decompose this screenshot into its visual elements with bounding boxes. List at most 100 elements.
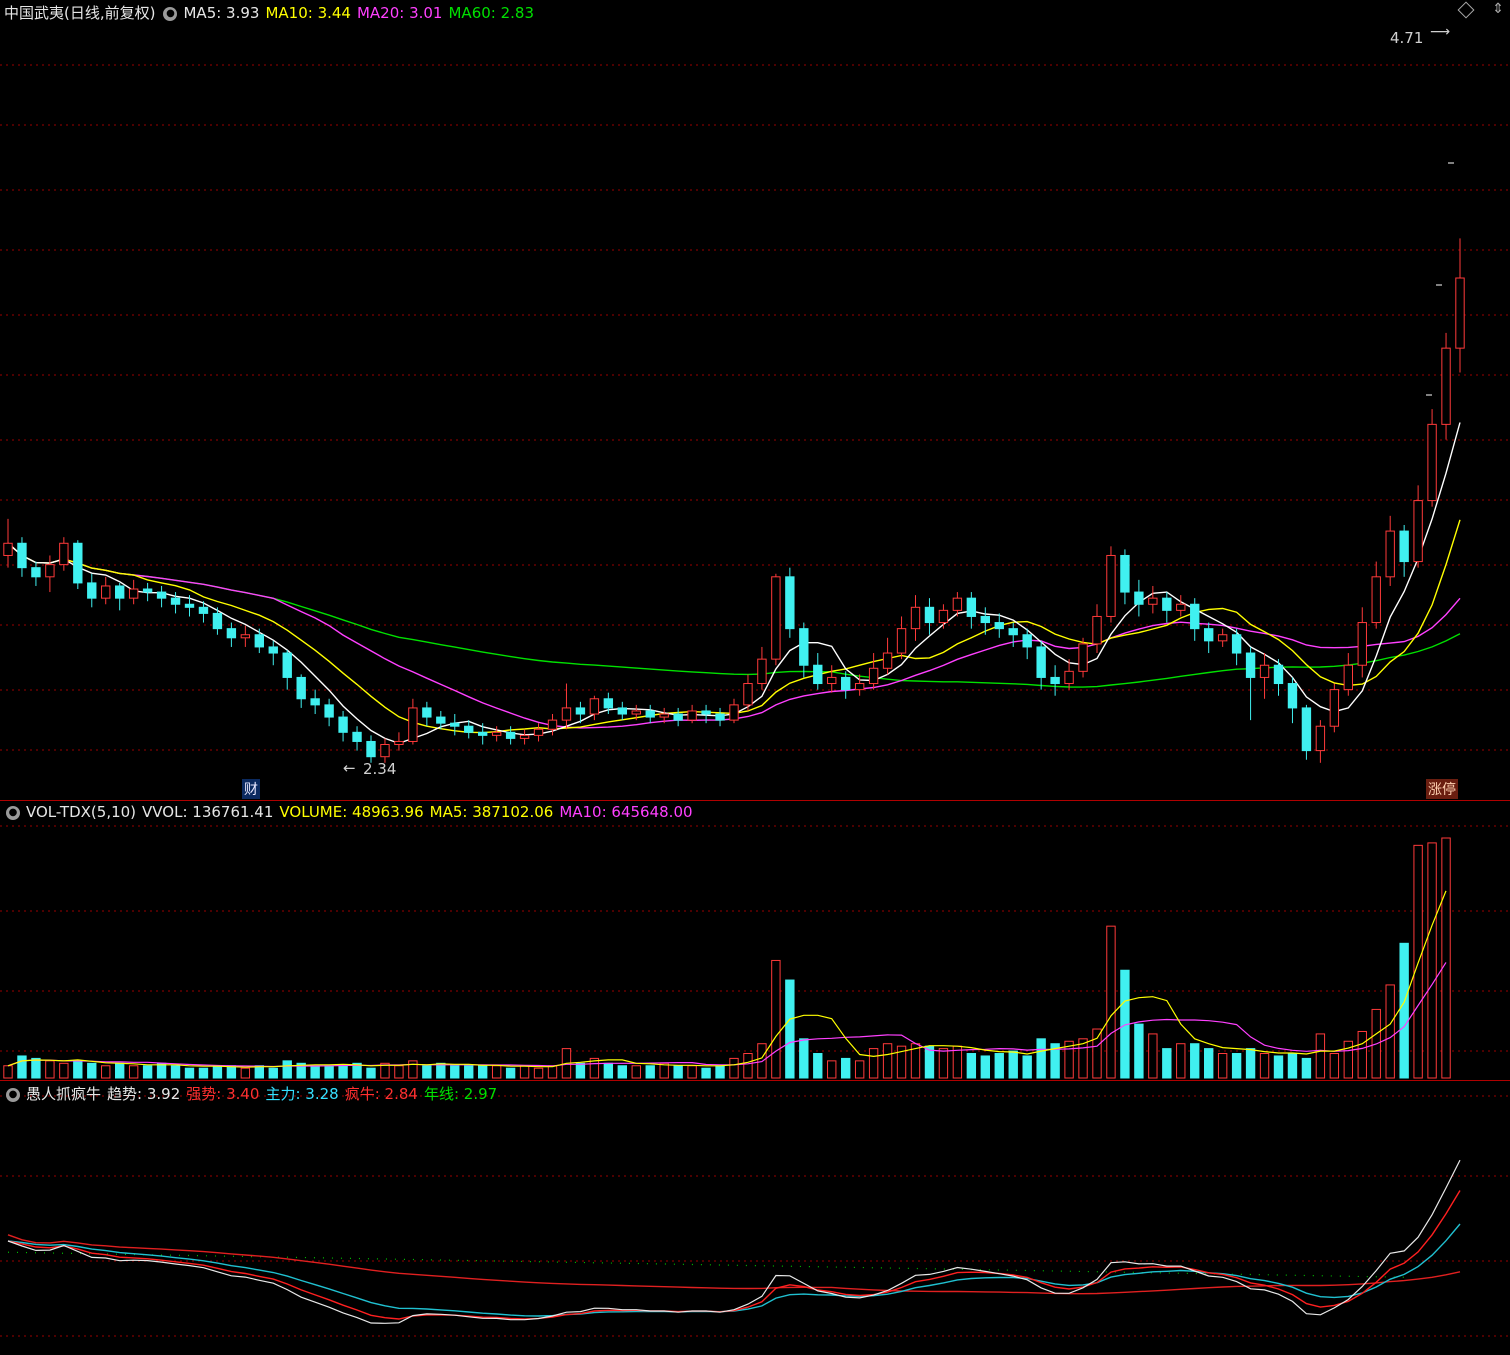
indicator-chart-panel[interactable]: ● 愚人抓疯牛 趋势: 3.92 强势: 3.40 主力: 3.28 疯牛: 2.84 年线… bbox=[0, 1080, 1510, 1355]
candle-body bbox=[380, 744, 390, 758]
candle-body bbox=[868, 667, 879, 685]
candle-body bbox=[771, 576, 781, 660]
volume-bar bbox=[254, 1065, 264, 1079]
candle-body bbox=[659, 713, 669, 718]
candle-body bbox=[115, 585, 125, 599]
candle-body bbox=[1134, 591, 1144, 605]
trend-line bbox=[7, 1159, 1461, 1324]
volume-bar bbox=[1427, 842, 1437, 1079]
main-force-label: 主力: 3.28 bbox=[265, 1085, 339, 1103]
settings-circle-icon[interactable]: ● bbox=[6, 1087, 20, 1102]
volume-bar bbox=[854, 1060, 865, 1079]
volume-bar bbox=[87, 1062, 97, 1079]
volume-bar bbox=[198, 1067, 209, 1079]
candle-body bbox=[1022, 634, 1032, 648]
volume-bar bbox=[1204, 1048, 1214, 1079]
candle-body bbox=[352, 731, 362, 742]
candle-body bbox=[296, 676, 306, 700]
volume-bar bbox=[603, 1062, 614, 1079]
arrow-icon: ⟶ bbox=[1430, 24, 1451, 40]
volume-bar bbox=[324, 1065, 334, 1079]
volume-bar bbox=[701, 1067, 711, 1079]
price-chart-panel[interactable]: 中国武夷(日线,前复权) ● MA5: 3.93 MA10: 3.44 MA20: 3.… bbox=[0, 0, 1510, 800]
volume-bar bbox=[31, 1057, 41, 1079]
candle-body bbox=[1329, 689, 1340, 727]
volume-bar bbox=[1399, 942, 1409, 1079]
indicator-name[interactable]: 愚人抓疯牛 bbox=[26, 1085, 101, 1103]
candle-body bbox=[1273, 664, 1284, 685]
candle-body bbox=[1357, 622, 1367, 666]
candle-body bbox=[1120, 554, 1130, 593]
volume-bar bbox=[533, 1067, 544, 1079]
candle-body bbox=[1371, 576, 1381, 624]
stock-title[interactable]: 中国武夷(日线,前复权) bbox=[4, 4, 155, 22]
volume-bar bbox=[841, 1057, 851, 1079]
volume-bar bbox=[1148, 1033, 1158, 1079]
candle-body bbox=[1455, 277, 1465, 349]
candle-body bbox=[980, 615, 990, 624]
volume-bar bbox=[142, 1065, 153, 1079]
candle-body bbox=[1092, 615, 1102, 645]
candle-body bbox=[757, 658, 767, 685]
candle-body bbox=[1343, 664, 1353, 691]
volume-bar bbox=[282, 1060, 292, 1079]
candle-body bbox=[603, 698, 614, 709]
volume-bar bbox=[1162, 1048, 1172, 1079]
candle-body bbox=[631, 710, 641, 715]
candle-body bbox=[212, 612, 223, 630]
volume-bar bbox=[882, 1043, 893, 1079]
vvol-label: VVOL: 136761.41 bbox=[142, 803, 274, 821]
strong-label: 强势: 3.40 bbox=[186, 1085, 260, 1103]
volume-chart[interactable] bbox=[0, 801, 1510, 1081]
volume-bar bbox=[924, 1045, 935, 1079]
volume-bar bbox=[575, 1062, 586, 1079]
volume-bar bbox=[827, 1060, 837, 1079]
candle-body bbox=[687, 710, 697, 721]
candle-body bbox=[896, 628, 907, 654]
candle-body bbox=[324, 704, 334, 718]
candle-body bbox=[142, 588, 153, 593]
volume-bar bbox=[1190, 1043, 1200, 1079]
settings-circle-icon[interactable]: ● bbox=[163, 6, 178, 21]
volume-bar bbox=[1036, 1038, 1046, 1079]
volume-bar bbox=[687, 1065, 697, 1079]
settings-circle-icon[interactable]: ● bbox=[6, 805, 20, 820]
volume-bar bbox=[966, 1053, 977, 1079]
candle-body bbox=[240, 634, 251, 639]
candle-body bbox=[645, 710, 655, 718]
low-price-label: 2.34 bbox=[363, 760, 397, 778]
volume-bar bbox=[1329, 1053, 1340, 1079]
volume-bar bbox=[631, 1065, 641, 1079]
volume-bar bbox=[268, 1067, 278, 1079]
strong-line bbox=[7, 1190, 1461, 1320]
volume-bar bbox=[771, 959, 781, 1079]
volume-bar bbox=[1315, 1033, 1326, 1079]
high-price-label: 4.71 bbox=[1390, 29, 1424, 47]
indicator-chart[interactable] bbox=[0, 1081, 1510, 1355]
expand-icon[interactable]: ⇕ bbox=[1492, 1, 1504, 17]
candle-body bbox=[268, 646, 278, 654]
volume-bar bbox=[240, 1067, 251, 1079]
candle-body bbox=[715, 713, 725, 721]
ma60-label: MA60: 2.83 bbox=[448, 4, 534, 22]
ma20-label: MA20: 3.01 bbox=[356, 4, 443, 22]
volume-label: VOLUME: 48963.96 bbox=[279, 803, 424, 821]
limit-up-tag[interactable]: 涨停 bbox=[1426, 779, 1458, 799]
candle-body bbox=[408, 707, 418, 742]
ma5-line bbox=[7, 422, 1461, 745]
financial-report-tag[interactable]: 财 bbox=[242, 779, 260, 799]
candle-body bbox=[422, 707, 432, 718]
candle-body bbox=[394, 740, 404, 746]
candle-body bbox=[128, 588, 139, 599]
volume-bar bbox=[3, 1065, 13, 1079]
candle-body bbox=[1106, 554, 1116, 617]
candle-body bbox=[310, 698, 320, 706]
vol-indicator-name[interactable]: VOL-TDX(5,10) bbox=[26, 803, 136, 821]
volume-bar bbox=[1273, 1055, 1284, 1079]
volume-bar bbox=[464, 1065, 474, 1079]
volume-chart-panel[interactable]: ● VOL-TDX(5,10) VVOL: 136761.41 VOLUME: 489… bbox=[0, 800, 1510, 1081]
candle-body bbox=[1217, 634, 1228, 642]
price-chart[interactable] bbox=[0, 0, 1510, 800]
candle-body bbox=[1301, 707, 1312, 752]
volume-bar bbox=[45, 1060, 55, 1079]
